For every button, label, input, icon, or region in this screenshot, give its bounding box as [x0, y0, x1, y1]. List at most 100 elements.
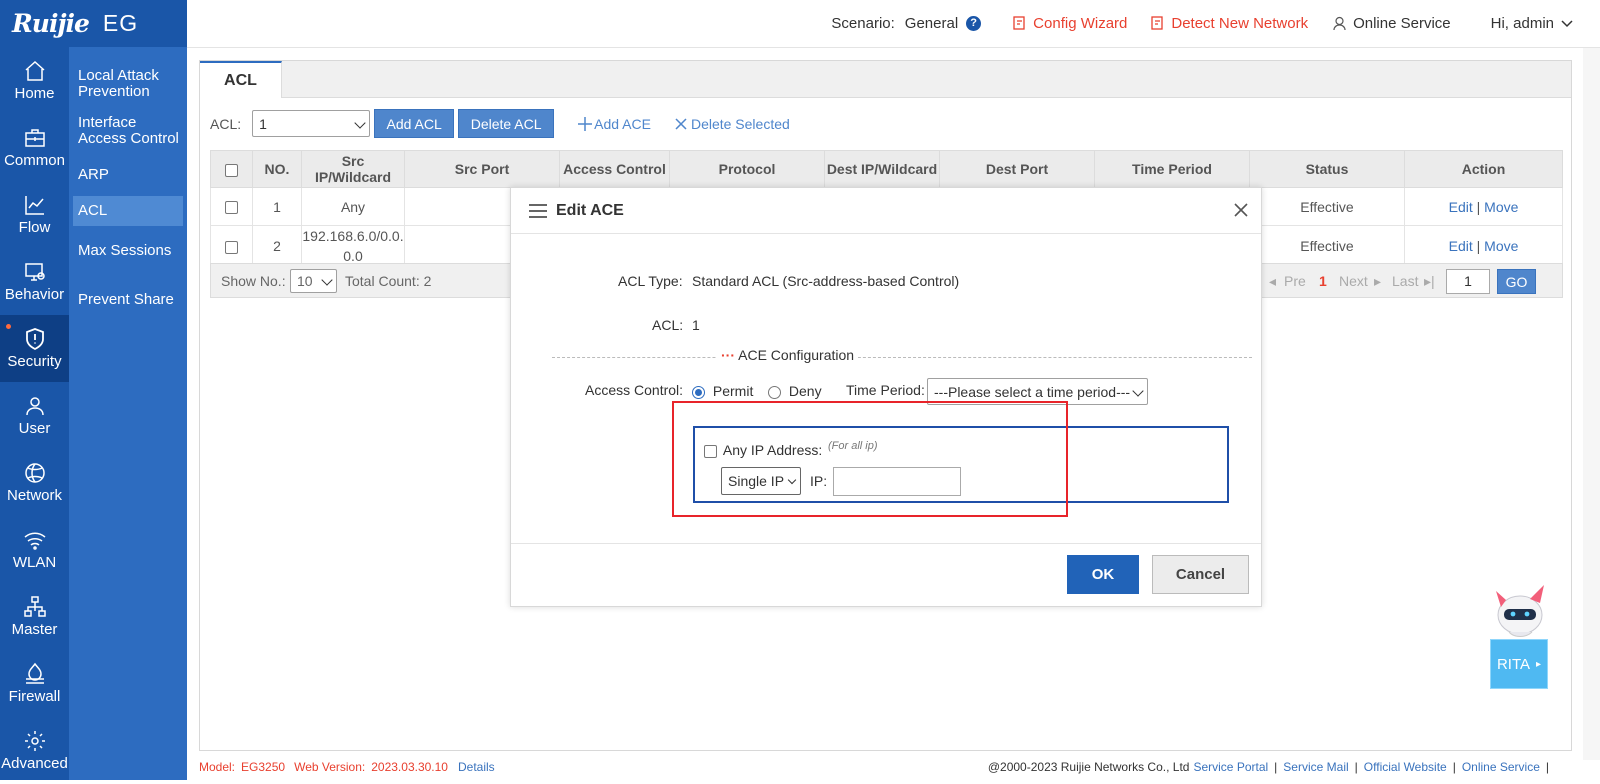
move-link[interactable]: Move	[1484, 199, 1518, 215]
permit-label: Permit	[712, 383, 754, 399]
subnav-prevent-share[interactable]: Prevent Share	[69, 271, 187, 328]
gear-icon	[24, 731, 45, 751]
plus-icon	[578, 116, 593, 131]
cell-action: Edit | Move	[1404, 187, 1563, 226]
user-menu[interactable]: Hi, admin	[1491, 15, 1573, 32]
move-link[interactable]: Move	[1484, 238, 1518, 254]
model-value: EG3250	[241, 760, 286, 774]
acl-type-label: ACL Type:	[618, 273, 683, 289]
cancel-button[interactable]: Cancel	[1152, 555, 1249, 594]
add-acl-button[interactable]: Add ACL	[374, 109, 455, 138]
chevron-down-icon	[1561, 19, 1573, 27]
chevron-right-icon: ▸	[1536, 658, 1542, 670]
col-action: Action	[1404, 150, 1563, 188]
nav-label: Security	[7, 353, 62, 370]
footer-link-official-website[interactable]: Official Website	[1364, 760, 1447, 774]
tab-strip: ACL	[200, 61, 1571, 98]
detect-network-link[interactable]: Detect New Network	[1151, 15, 1308, 32]
subnav-acl[interactable]: ACL	[73, 196, 183, 226]
prev-arrow-icon: ◂	[1269, 273, 1277, 289]
nav-item-firewall[interactable]: Firewall	[0, 650, 69, 717]
nav-item-home[interactable]: Home	[0, 47, 69, 114]
footer-separator: |	[1354, 760, 1358, 774]
src-ip-line: 192.168.6.0/0.0.	[302, 228, 404, 244]
wifi-icon	[24, 532, 45, 550]
footer-link-online-service[interactable]: Online Service	[1462, 760, 1540, 774]
section-title: ··· ACE Configuration	[717, 347, 859, 363]
delete-selected-button[interactable]: Delete Selected	[675, 116, 790, 132]
copyright: @2000-2023 Ruijie Networks Co., Ltd	[987, 760, 1190, 774]
nav-item-advanced[interactable]: Advanced	[0, 717, 69, 784]
next-page-button[interactable]: Next	[1339, 273, 1368, 289]
nav-label: Advanced	[1, 755, 68, 772]
section-title-text: ACE Configuration	[738, 347, 855, 363]
config-wizard-label: Config Wizard	[1033, 15, 1128, 32]
nav-label: Common	[4, 152, 65, 169]
deny-radio[interactable]	[768, 385, 781, 399]
time-period-value: ---Please select a time period---	[934, 383, 1131, 400]
footer-link-service-mail[interactable]: Service Mail	[1283, 760, 1348, 774]
row-select-cell	[210, 225, 253, 267]
nav-item-wlan[interactable]: WLAN	[0, 516, 69, 583]
close-icon	[675, 117, 687, 130]
model-label: Model:	[199, 760, 236, 774]
nav-list: Home Common Flow Behavior Security User …	[0, 47, 69, 784]
page-input[interactable]: 1	[1446, 269, 1490, 294]
footer-link-service-portal[interactable]: Service Portal	[1193, 760, 1268, 774]
page-footer: Model: EG3250 Web Version: 2023.03.30.10…	[199, 757, 1579, 777]
row-checkbox[interactable]	[225, 240, 238, 254]
row-checkbox[interactable]	[225, 201, 238, 215]
deny-radio-group[interactable]: Deny	[768, 383, 822, 399]
delete-acl-button[interactable]: Delete ACL	[458, 109, 555, 138]
last-page-button[interactable]: Last	[1392, 273, 1418, 289]
nav-item-security[interactable]: Security	[0, 315, 69, 382]
page-scrollbar[interactable]	[1583, 48, 1600, 760]
home-icon	[25, 60, 44, 81]
cell-action: Edit | Move	[1404, 225, 1563, 267]
prev-page-button[interactable]: Pre	[1284, 273, 1306, 289]
subnav-arp[interactable]: ARP	[69, 154, 187, 196]
page-size-select[interactable]: 10	[290, 269, 337, 293]
nav-item-master[interactable]: Master	[0, 583, 69, 650]
nav-item-flow[interactable]: Flow	[0, 181, 69, 248]
subnav-interface-access-control[interactable]: Interface Access Control	[69, 107, 187, 154]
close-icon[interactable]	[1234, 203, 1248, 217]
monitor-icon	[24, 263, 45, 281]
rita-box[interactable]: RITA ▸	[1490, 639, 1548, 689]
col-protocol: Protocol	[669, 150, 825, 188]
tab-acl[interactable]: ACL	[200, 61, 282, 98]
cell-src-ip: 192.168.6.0/0.0. 0.0	[301, 225, 405, 267]
top-bar: Scenario: General ? Config Wizard Detect…	[187, 0, 1600, 48]
nav-item-behavior[interactable]: Behavior	[0, 248, 69, 315]
details-link[interactable]: Details	[458, 760, 495, 774]
edit-link[interactable]: Edit	[1449, 238, 1473, 254]
help-icon[interactable]: ?	[966, 16, 982, 31]
permit-radio[interactable]	[692, 385, 705, 399]
nav-item-common[interactable]: Common	[0, 114, 69, 181]
nav-item-network[interactable]: Network	[0, 449, 69, 516]
subnav-max-sessions[interactable]: Max Sessions	[69, 236, 187, 271]
user-greeting: Hi, admin	[1490, 15, 1554, 32]
select-all-checkbox[interactable]	[225, 163, 238, 177]
edit-link[interactable]: Edit	[1449, 199, 1473, 215]
go-button[interactable]: GO	[1497, 269, 1536, 294]
nav-label: Master	[11, 621, 58, 638]
online-service-link[interactable]: Online Service	[1332, 15, 1451, 32]
rita-assistant[interactable]: RITA ▸	[1482, 583, 1554, 693]
permit-radio-group[interactable]: Permit	[692, 383, 753, 399]
subnav-local-attack-prevention[interactable]: Local Attack Prevention	[69, 60, 187, 107]
acl-value: 1	[692, 317, 700, 333]
add-ace-button[interactable]: Add ACE	[578, 116, 651, 132]
nav-item-user[interactable]: User	[0, 382, 69, 449]
cell-no: 1	[252, 187, 302, 226]
config-wizard-link[interactable]: Config Wizard	[1013, 15, 1127, 32]
wizard-icon	[1013, 16, 1025, 30]
chevron-down-icon	[354, 117, 366, 129]
firewall-icon	[25, 662, 44, 684]
ok-button[interactable]: OK	[1067, 555, 1139, 594]
access-control-label: Access Control:	[585, 382, 684, 398]
col-src-port: Src Port	[404, 150, 560, 188]
table-header-row: NO. Src IP/Wildcard Src Port Access Cont…	[210, 150, 1563, 188]
acl-select[interactable]: 1	[252, 110, 371, 137]
logo: Ruijie EG	[0, 0, 187, 47]
